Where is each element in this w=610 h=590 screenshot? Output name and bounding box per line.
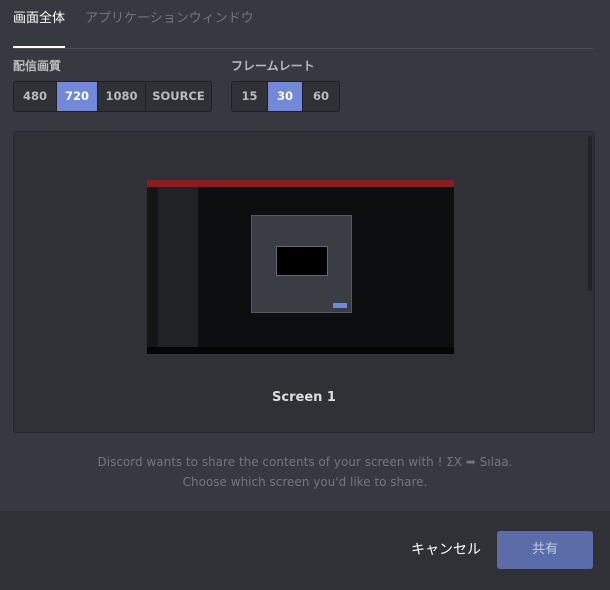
share-message: Discord wants to share the contents of y… bbox=[0, 452, 610, 492]
quality-option-480[interactable]: 480 bbox=[14, 82, 57, 111]
screen-preview-panel: Screen 1 bbox=[13, 131, 595, 433]
quality-label: 配信画質 bbox=[13, 59, 62, 73]
preview-scrollbar-thumb[interactable] bbox=[588, 136, 592, 291]
tab-entire-screen[interactable]: 画面全体 bbox=[13, 10, 65, 28]
share-message-line-2: Choose which screen you'd like to share. bbox=[182, 475, 428, 489]
share-message-line-1: Discord wants to share the contents of y… bbox=[97, 455, 513, 469]
quality-option-720[interactable]: 720 bbox=[57, 82, 98, 111]
thumbnail-dialog-preview bbox=[276, 246, 328, 276]
quality-option-1080[interactable]: 1080 bbox=[98, 82, 146, 111]
framerate-selector: 15 30 60 bbox=[231, 81, 340, 112]
screen-thumbnail[interactable] bbox=[147, 180, 454, 354]
source-tabs: 画面全体 アプリケーションウィンドウ bbox=[13, 0, 593, 49]
thumbnail-title-bar bbox=[147, 180, 454, 187]
tab-application-window[interactable]: アプリケーションウィンドウ bbox=[85, 10, 254, 28]
thumbnail-server-list bbox=[147, 187, 158, 347]
cancel-button[interactable]: キャンセル bbox=[398, 531, 494, 569]
framerate-option-30[interactable]: 30 bbox=[268, 82, 303, 111]
dialog-footer: キャンセル 共有 bbox=[0, 511, 610, 590]
framerate-label: フレームレート bbox=[231, 59, 315, 73]
framerate-option-60[interactable]: 60 bbox=[303, 82, 339, 111]
screen-label[interactable]: Screen 1 bbox=[14, 390, 594, 405]
quality-option-source[interactable]: SOURCE bbox=[146, 82, 211, 111]
thumbnail-dialog bbox=[251, 215, 352, 313]
share-button[interactable]: 共有 bbox=[497, 531, 593, 569]
thumbnail-dialog-button bbox=[333, 303, 347, 308]
thumbnail-channel-list bbox=[158, 187, 198, 347]
framerate-option-15[interactable]: 15 bbox=[232, 82, 268, 111]
preview-scrollbar[interactable] bbox=[588, 136, 592, 428]
thumbnail-taskbar bbox=[147, 347, 454, 354]
quality-selector: 480 720 1080 SOURCE bbox=[13, 81, 212, 112]
active-tab-indicator bbox=[13, 46, 65, 48]
